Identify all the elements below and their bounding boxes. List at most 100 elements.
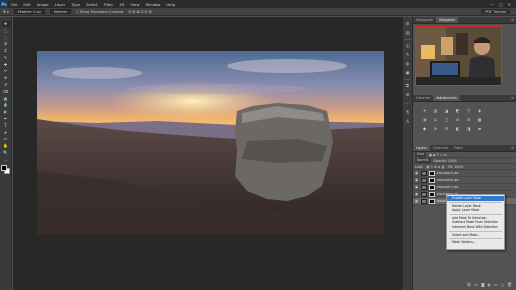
strip-panel-icon[interactable]: ⧉ — [405, 83, 411, 89]
minimize-icon[interactable]: — — [490, 2, 494, 7]
adjustment-icon[interactable]: ☀ — [421, 108, 428, 114]
eyedropper-icon[interactable]: ✎ — [2, 55, 10, 61]
filter-icons[interactable]: ▣ ◐ T ▭ ⊡ — [429, 153, 446, 157]
add-mask-icon[interactable]: ◙ — [481, 282, 485, 288]
strip-panel-icon[interactable]: A — [405, 119, 411, 125]
adjustment-icon[interactable]: ◨ — [465, 126, 472, 132]
visibility-eye-icon[interactable]: ◉ — [415, 199, 419, 203]
menu-item-intersect-mask-with-selection[interactable]: Intersect Mask With Selection — [447, 225, 504, 230]
menu-item-mask-options[interactable]: Mask Options... — [447, 240, 504, 245]
adjustment-icon[interactable]: ▽ — [465, 108, 472, 114]
adjustment-icon[interactable]: ◪ — [443, 108, 450, 114]
strip-panel-icon[interactable]: ¶ — [405, 110, 411, 116]
menu-item-enable-layer-mask[interactable]: Enable Layer Mask — [447, 196, 504, 201]
layer-thumbnail[interactable] — [421, 184, 427, 190]
pen-icon[interactable]: ✒ — [2, 116, 10, 122]
strip-panel-icon[interactable]: ⚙ — [405, 21, 411, 27]
tab-histogram[interactable]: Histogram — [413, 17, 436, 23]
layer-mask-thumbnail[interactable] — [429, 184, 435, 190]
feather-field[interactable]: Feather: 0 px — [13, 9, 45, 14]
canvas-image[interactable] — [37, 51, 384, 235]
visibility-eye-icon[interactable]: ◉ — [415, 178, 419, 182]
visibility-eye-icon[interactable]: ◉ — [415, 171, 419, 175]
layer-thumbnail[interactable] — [421, 177, 427, 183]
strip-panel-icon[interactable]: ⊞ — [405, 92, 411, 98]
lasso-icon[interactable]: ◌ — [2, 35, 10, 41]
new-layer-icon[interactable]: ▢ — [501, 282, 505, 288]
maximize-icon[interactable]: □ — [499, 2, 503, 7]
delete-layer-icon[interactable]: 🗑 — [507, 282, 512, 288]
move-icon[interactable]: ✥ — [1, 21, 10, 27]
workspace-select[interactable]: PDF Tutorial — [481, 9, 510, 14]
adjustment-icon[interactable]: ⊘ — [432, 126, 439, 132]
strip-panel-icon[interactable]: ◫ — [405, 43, 411, 49]
tab-channels[interactable]: Channels — [430, 145, 451, 151]
strip-panel-icon[interactable]: ▤ — [405, 30, 411, 36]
type-icon[interactable]: T — [2, 123, 10, 129]
adjustment-icon[interactable]: ◑ — [421, 117, 428, 123]
menu-select[interactable]: Select — [83, 2, 101, 7]
layer-name[interactable]: DSC09876.JPG — [437, 178, 459, 182]
more-icon[interactable]: … — [2, 157, 10, 163]
tool-preset-icon[interactable]: ✥ ▾ — [3, 10, 9, 14]
history-brush-icon[interactable]: ↺ — [2, 82, 10, 88]
crop-icon[interactable]: ⌗ — [2, 48, 10, 54]
menu-item-select-and-mask[interactable]: Select and Mask... — [447, 233, 504, 238]
align-icons[interactable]: ⊟ ⊞ ⊠ ⊡ ⊟ ⊞ — [128, 10, 151, 14]
menu-3d[interactable]: 3D — [116, 2, 127, 7]
menu-help[interactable]: Help — [163, 2, 178, 7]
menu-type[interactable]: Type — [68, 2, 83, 7]
quick-select-icon[interactable]: ⊚ — [2, 41, 10, 47]
layer-row[interactable]: ◉ DSC09876.JPG — [413, 177, 516, 184]
layer-row[interactable]: ◉ DSC09877.JPG — [413, 184, 516, 191]
gradient-icon[interactable]: ▦ — [2, 96, 10, 102]
menu-layer[interactable]: Layer — [52, 2, 69, 7]
layer-thumbnail[interactable] — [421, 198, 427, 204]
menu-file[interactable]: File — [8, 2, 20, 7]
menu-image[interactable]: Image — [34, 2, 52, 7]
blend-mode-select[interactable]: Normal — [415, 158, 431, 163]
adjustment-icon[interactable]: ◆ — [421, 126, 428, 132]
layer-name[interactable]: DSC09877.JPG — [437, 185, 459, 189]
panel-menu-icon[interactable]: ≡ — [511, 145, 516, 151]
navigator-preview[interactable] — [415, 26, 502, 86]
panel-menu-icon[interactable]: ≡ — [511, 95, 516, 101]
tab-paths[interactable]: Paths — [451, 145, 466, 151]
layer-thumbnail[interactable] — [421, 170, 427, 176]
show-transform-checkbox[interactable]: ☐ Show Transform Controls — [76, 10, 124, 14]
tab-layers[interactable]: Layers — [413, 145, 430, 151]
menu-filter[interactable]: Filter — [101, 2, 116, 7]
layer-mask-thumbnail[interactable] — [429, 177, 435, 183]
blur-icon[interactable]: 💧 — [2, 102, 10, 108]
dodge-icon[interactable]: ◐ — [2, 109, 10, 115]
shape-icon[interactable]: ▭ — [2, 136, 10, 142]
link-layers-icon[interactable]: ⛓ — [467, 282, 472, 288]
fill-field[interactable]: Fill: 100% — [448, 165, 463, 169]
layer-mask-thumbnail[interactable] — [429, 170, 435, 176]
anti-alias-select[interactable]: Normal — [49, 9, 71, 14]
visibility-eye-icon[interactable]: ◉ — [415, 192, 419, 196]
strip-panel-icon[interactable]: ◍ — [405, 61, 411, 67]
adjustment-icon[interactable]: ▢ — [443, 117, 450, 123]
adjustment-icon[interactable]: ⊟ — [465, 117, 472, 123]
tab-adjustments[interactable]: Adjustments — [433, 95, 460, 101]
hand-icon[interactable]: ✋ — [2, 143, 10, 149]
layer-mask-thumbnail[interactable] — [429, 191, 435, 197]
strip-panel-icon[interactable]: ⋯ — [405, 101, 411, 107]
opacity-field[interactable]: Opacity: 100% — [434, 159, 457, 163]
layer-row[interactable]: ◉ DSC09875.JPG — [413, 170, 516, 177]
visibility-eye-icon[interactable]: ◉ — [415, 185, 419, 189]
tab-navigator[interactable]: Navigator — [436, 17, 459, 23]
foreground-color-swatch[interactable] — [1, 165, 7, 172]
menu-window[interactable]: Window — [142, 2, 163, 7]
adjustment-layer-icon[interactable]: ◐ — [488, 282, 491, 288]
menu-item-apply-layer-mask[interactable]: Apply Layer Mask — [447, 208, 504, 213]
adjustment-icon[interactable]: ◩ — [454, 108, 461, 114]
fx-icon[interactable]: fx — [474, 282, 478, 288]
adjustment-icon[interactable]: ◧ — [454, 126, 461, 132]
menu-edit[interactable]: Edit — [20, 2, 33, 7]
healing-icon[interactable]: ✚ — [2, 62, 10, 68]
panel-menu-icon[interactable]: ≡ — [511, 17, 516, 23]
group-icon[interactable]: ▭ — [494, 282, 498, 288]
adjustment-icon[interactable]: ▩ — [476, 117, 483, 123]
